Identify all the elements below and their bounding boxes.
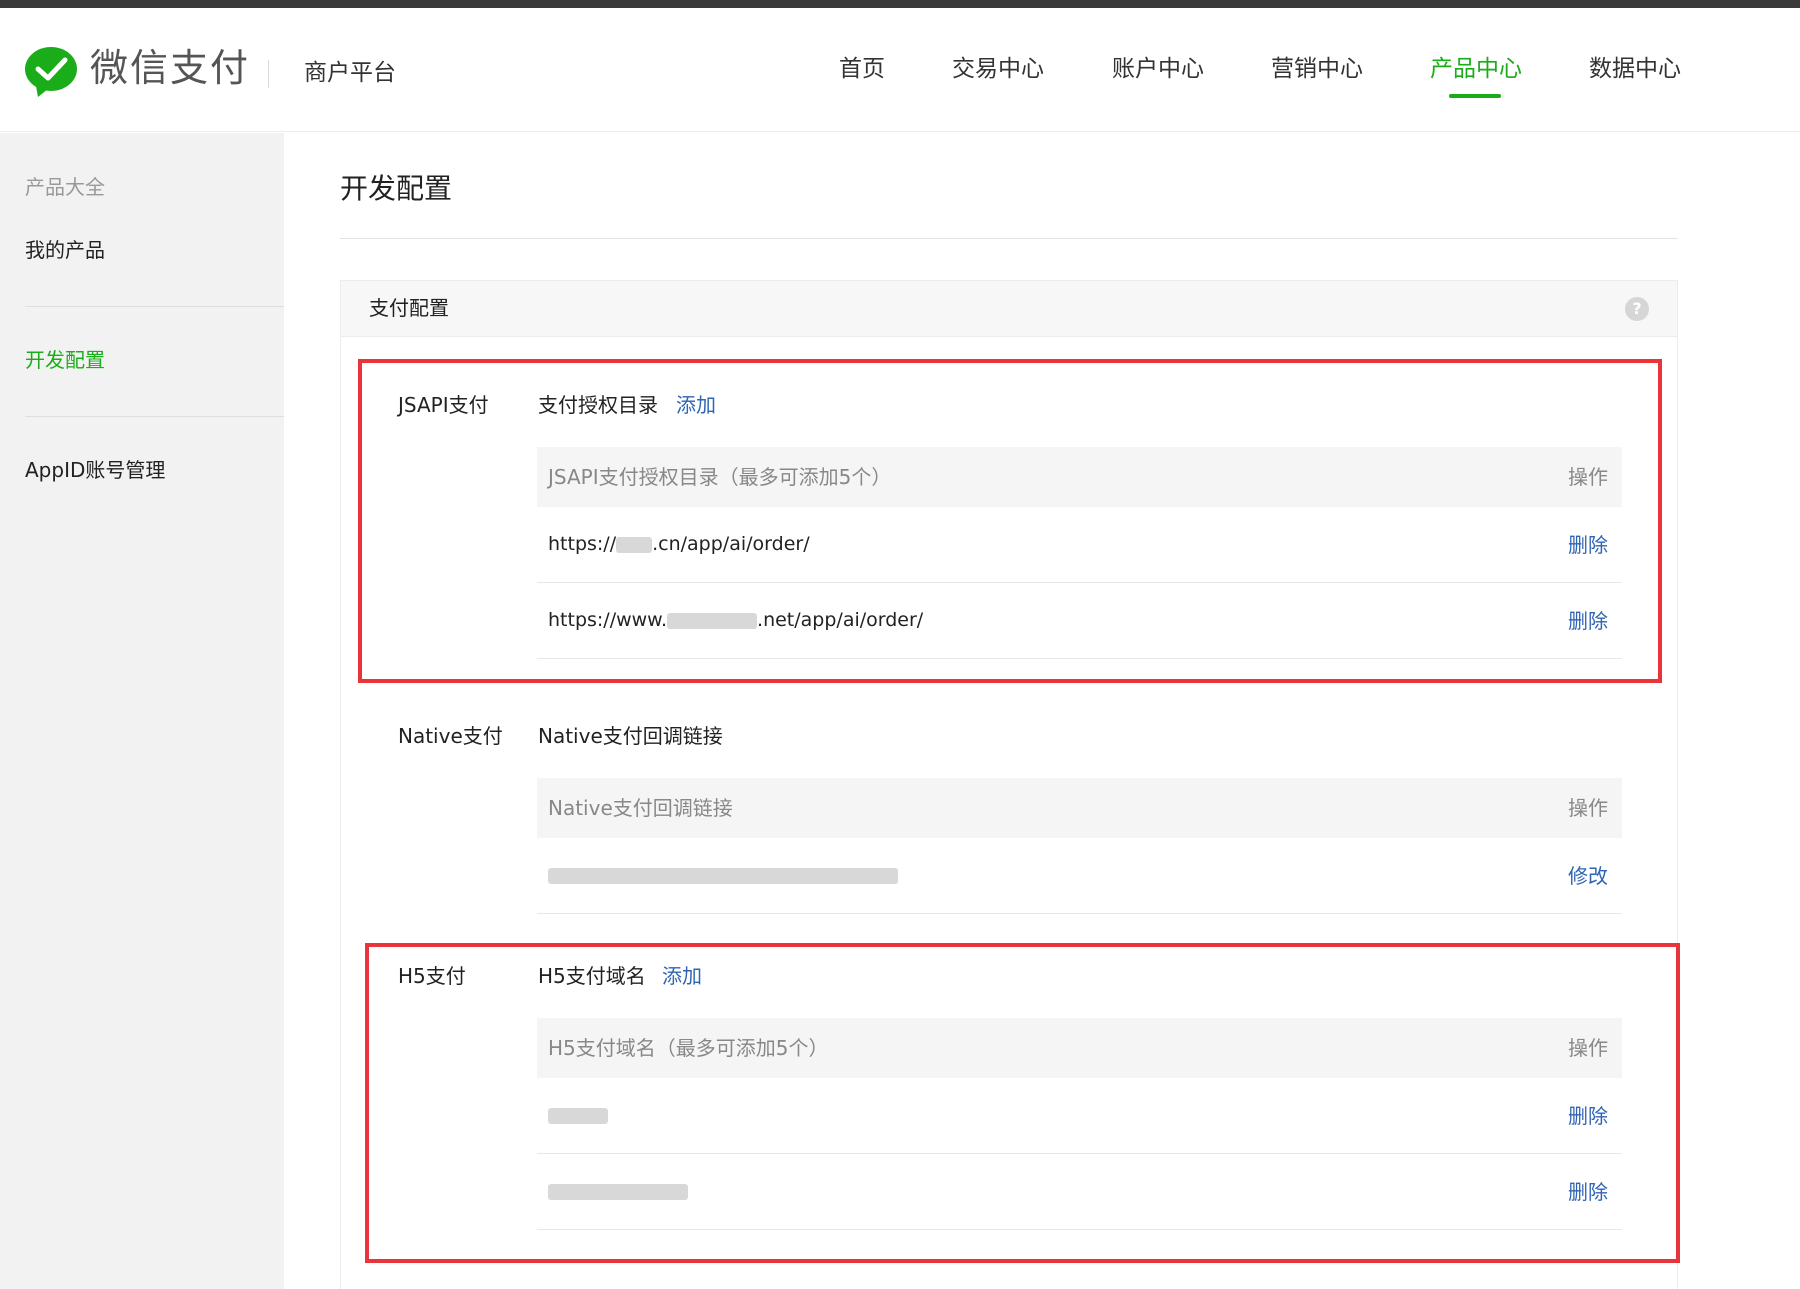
page-title: 开发配置 (340, 172, 453, 205)
sidebar-divider (25, 306, 284, 307)
native-column-callback: Native支付回调链接 (548, 796, 733, 820)
jsapi-highlight-box (358, 359, 1662, 683)
brand-name: 微信支付 (90, 46, 251, 90)
native-table-header: Native支付回调链接 操作 (537, 778, 1622, 838)
nav-home[interactable]: 首页 (839, 56, 885, 84)
help-icon[interactable]: ? (1625, 297, 1649, 321)
top-window-strip (0, 0, 1800, 8)
brand-subtitle: 商户平台 (304, 60, 396, 86)
native-section-title: Native支付回调链接 (538, 724, 723, 748)
nav-data[interactable]: 数据中心 (1589, 56, 1681, 84)
native-section-label: Native支付 (398, 724, 503, 748)
native-callback-url (548, 864, 898, 887)
sidebar-divider (25, 416, 284, 417)
wechat-pay-logo-icon (25, 47, 77, 97)
redacted-blur (548, 867, 898, 884)
sidebar-heading-all-products: 产品大全 (25, 175, 105, 199)
nav-active-indicator (1449, 94, 1501, 98)
native-edit-button[interactable]: 修改 (1568, 864, 1608, 888)
nav-transactions[interactable]: 交易中心 (952, 56, 1044, 84)
nav-account[interactable]: 账户中心 (1112, 56, 1204, 84)
h5-highlight-box (365, 943, 1680, 1263)
panel-title: 支付配置 (369, 296, 449, 320)
brand-separator (268, 60, 269, 88)
title-divider (340, 238, 1678, 239)
nav-products[interactable]: 产品中心 (1430, 56, 1522, 84)
native-column-action: 操作 (1568, 796, 1608, 820)
sidebar-item-my-products[interactable]: 我的产品 (25, 238, 105, 262)
sidebar: 产品大全 我的产品 开发配置 AppID账号管理 (0, 133, 284, 1289)
top-header: 微信支付 商户平台 首页 交易中心 账户中心 营销中心 产品中心 数据中心 (0, 8, 1800, 132)
panel-header: 支付配置 ? (341, 281, 1677, 337)
sidebar-item-appid-management[interactable]: AppID账号管理 (25, 458, 165, 482)
table-row: 修改 (537, 838, 1622, 914)
sidebar-item-dev-config[interactable]: 开发配置 (25, 348, 105, 372)
nav-marketing[interactable]: 营销中心 (1271, 56, 1363, 84)
